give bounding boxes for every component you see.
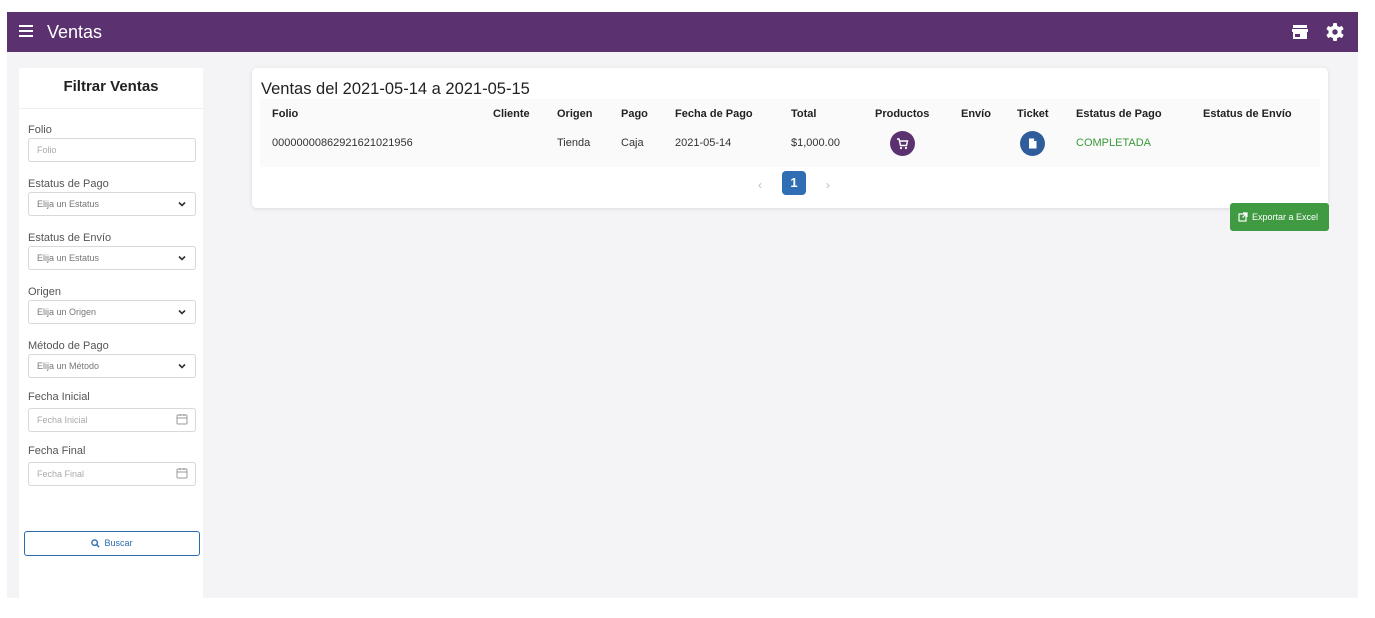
store-icon[interactable] bbox=[1291, 23, 1309, 41]
sales-card: Ventas del 2021-05-14 a 2021-05-15 Folio… bbox=[252, 68, 1328, 208]
col-header-estatus-envio: Estatus de Envío bbox=[1203, 108, 1292, 120]
export-excel-button[interactable]: Exportar a Excel bbox=[1230, 203, 1329, 231]
col-header-productos: Productos bbox=[875, 108, 930, 120]
estatus-envio-value: Elija un Estatus bbox=[37, 253, 100, 263]
col-header-ticket: Ticket bbox=[1017, 108, 1049, 120]
cell-fecha-pago: 2021-05-14 bbox=[675, 137, 732, 149]
estatus-envio-select[interactable]: Elija un Estatus bbox=[28, 246, 196, 270]
search-button-label: Buscar bbox=[104, 538, 133, 548]
gear-icon[interactable] bbox=[1325, 22, 1345, 42]
cell-folio: 00000000862921621021956 bbox=[272, 137, 413, 149]
estatus-envio-label: Estatus de Envío bbox=[28, 232, 112, 244]
menu-icon[interactable] bbox=[19, 25, 33, 37]
search-button[interactable]: Buscar bbox=[24, 531, 200, 556]
col-header-cliente: Cliente bbox=[493, 108, 530, 120]
col-header-folio: Folio bbox=[272, 108, 299, 120]
top-bar: Ventas bbox=[7, 12, 1358, 52]
file-icon bbox=[1029, 138, 1037, 149]
col-header-total: Total bbox=[791, 108, 817, 120]
origen-select[interactable]: Elija un Origen bbox=[28, 300, 196, 324]
estatus-pago-value: Elija un Estatus bbox=[37, 199, 100, 209]
chevron-down-icon bbox=[178, 201, 186, 207]
col-header-estatus-pago: Estatus de Pago bbox=[1076, 108, 1162, 120]
export-excel-label: Exportar a Excel bbox=[1252, 212, 1319, 222]
app-title: Ventas bbox=[47, 22, 103, 42]
col-header-fecha-pago: Fecha de Pago bbox=[675, 108, 753, 120]
sidebar-title: Filtrar Ventas bbox=[63, 78, 159, 95]
fecha-inicial-input[interactable] bbox=[28, 408, 196, 432]
cell-total: $1,000.00 bbox=[791, 137, 840, 149]
calendar-icon[interactable] bbox=[176, 413, 188, 425]
filter-sidebar: Filtrar Ventas Folio Estatus de Pago Eli… bbox=[19, 68, 203, 598]
chevron-down-icon bbox=[178, 309, 186, 315]
origen-value: Elija un Origen bbox=[37, 307, 97, 317]
products-button[interactable] bbox=[890, 131, 915, 156]
external-link-icon bbox=[1238, 212, 1248, 222]
folio-label: Folio bbox=[28, 124, 52, 136]
sidebar-divider bbox=[19, 108, 203, 109]
cart-icon bbox=[897, 138, 909, 150]
cell-origen: Tienda bbox=[557, 137, 591, 149]
col-header-origen: Origen bbox=[557, 108, 593, 120]
fecha-final-input[interactable] bbox=[28, 462, 196, 486]
app-frame: Ventas Filtrar Ventas Folio Folio Estatu… bbox=[7, 12, 1358, 598]
estatus-pago-select[interactable]: Elija un Estatus bbox=[28, 192, 196, 216]
cell-estatus-pago: COMPLETADA bbox=[1076, 137, 1151, 149]
sales-table: Folio Cliente Origen Pago Fecha de Pago … bbox=[260, 99, 1320, 167]
metodo-pago-label: Método de Pago bbox=[28, 340, 109, 352]
fecha-inicial-wrapper bbox=[19, 408, 203, 432]
chevron-down-icon bbox=[178, 255, 186, 261]
pagination-prev[interactable]: ‹ bbox=[750, 175, 770, 195]
col-header-envio: Envío bbox=[961, 108, 991, 120]
pagination-next[interactable]: › bbox=[818, 175, 838, 195]
pagination-page-1[interactable]: 1 bbox=[782, 171, 806, 195]
calendar-icon[interactable] bbox=[176, 467, 188, 479]
page-title: Ventas del 2021-05-14 a 2021-05-15 bbox=[261, 80, 530, 98]
chevron-down-icon bbox=[178, 363, 186, 369]
fecha-final-label: Fecha Final bbox=[28, 445, 86, 457]
origen-label: Origen bbox=[28, 286, 62, 298]
fecha-inicial-label: Fecha Inicial bbox=[28, 391, 90, 403]
col-header-pago: Pago bbox=[621, 108, 648, 120]
estatus-pago-label: Estatus de Pago bbox=[28, 178, 109, 190]
fecha-final-wrapper bbox=[19, 462, 203, 486]
search-icon bbox=[91, 539, 101, 548]
metodo-pago-value: Elija un Método bbox=[37, 361, 100, 371]
metodo-pago-select[interactable]: Elija un Método bbox=[28, 354, 196, 378]
cell-pago: Caja bbox=[621, 137, 644, 149]
ticket-button[interactable] bbox=[1020, 131, 1045, 156]
folio-input[interactable] bbox=[28, 138, 196, 162]
